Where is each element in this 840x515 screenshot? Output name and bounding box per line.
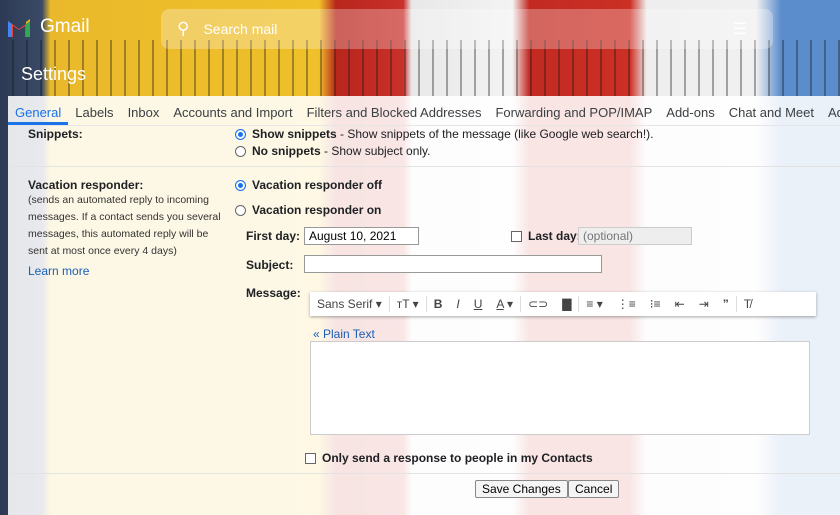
last-day-checkbox[interactable]: Last day: [511, 229, 581, 243]
app-name: Gmail [40, 16, 90, 37]
bulleted-list-icon[interactable]: ⁝≡ [643, 297, 668, 311]
underline-icon[interactable]: U [467, 297, 490, 311]
tab-labels[interactable]: Labels [68, 96, 120, 125]
tab-general[interactable]: General [8, 96, 69, 125]
first-day-input[interactable] [304, 227, 419, 245]
remove-formatting-icon[interactable]: T̸ [737, 297, 758, 311]
italic-icon[interactable]: I [449, 297, 466, 311]
tab-advanced[interactable]: Advanced [821, 96, 840, 125]
vacation-on-radio[interactable]: Vacation responder on [235, 203, 381, 217]
page-title: Settings [21, 64, 87, 84]
option-desc: - Show subject only. [320, 144, 431, 158]
tab-forwarding[interactable]: Forwarding and POP/IMAP [488, 96, 659, 125]
text-color-icon[interactable]: A ▾ [489, 297, 520, 311]
tab-chat[interactable]: Chat and Meet [722, 96, 821, 125]
divider [8, 473, 840, 474]
checkbox-label: Only send a response to people in my Con… [322, 451, 593, 465]
tab-addons[interactable]: Add-ons [659, 96, 721, 125]
last-day-input[interactable] [578, 227, 692, 245]
settings-panel: General Labels Inbox Accounts and Import… [8, 96, 840, 515]
font-select[interactable]: Sans Serif ▾ [310, 297, 389, 311]
snippets-label: Snippets: [28, 127, 83, 141]
font-name: Sans Serif [317, 297, 373, 311]
align-icon[interactable]: ≡ ▾ [579, 297, 609, 311]
cancel-button[interactable]: Cancel [568, 480, 620, 498]
search-options-icon[interactable]: ☰ [733, 19, 747, 39]
gmail-m-icon [8, 19, 30, 37]
settings-tabs: General Labels Inbox Accounts and Import… [8, 96, 840, 126]
radio[interactable] [235, 204, 246, 216]
option-label: No snippets [252, 144, 321, 158]
radio-selected[interactable] [235, 128, 246, 140]
gmail-logo[interactable]: Gmail [6, 16, 90, 38]
numbered-list-icon[interactable]: ⋮≡ [610, 297, 643, 311]
learn-more-link[interactable]: Learn more [28, 264, 89, 278]
subject-label: Subject: [246, 258, 294, 272]
divider [8, 166, 840, 167]
option-label: Vacation responder off [252, 178, 383, 192]
option-label: Vacation responder on [252, 203, 382, 217]
show-snippets-radio[interactable]: Show snippets - Show snippets of the mes… [235, 127, 654, 141]
vacation-label: Vacation responder: [28, 178, 144, 192]
save-changes-button[interactable]: Save Changes [475, 480, 568, 498]
bold-icon[interactable]: B [427, 297, 450, 311]
message-label: Message: [246, 286, 301, 300]
tab-accounts[interactable]: Accounts and Import [166, 96, 299, 125]
option-desc: - Show snippets of the message (like Goo… [336, 127, 654, 141]
tab-inbox[interactable]: Inbox [121, 96, 167, 125]
subject-input[interactable] [304, 255, 602, 273]
checkbox[interactable] [305, 452, 316, 464]
radio[interactable] [235, 145, 246, 157]
tab-filters[interactable]: Filters and Blocked Addresses [300, 96, 489, 125]
quote-icon[interactable]: ” [716, 297, 736, 311]
plain-text-link[interactable]: « Plain Text [313, 327, 375, 341]
search-input[interactable]: Search mail [203, 21, 277, 37]
font-size-icon[interactable]: ᴛT ▾ [390, 297, 426, 311]
message-editor[interactable] [310, 341, 810, 435]
header: Gmail ⚲ Search mail ☰ Settings [0, 0, 840, 96]
link-icon[interactable]: ⊂⊃ [521, 297, 555, 311]
radio-selected[interactable] [235, 179, 246, 191]
formatting-toolbar: Sans Serif ▾ ᴛT ▾ B I U A ▾ ⊂⊃ ▇ ≡ ▾ ⋮≡ … [310, 292, 816, 316]
first-day-label: First day: [246, 229, 301, 243]
checkbox-label: Last day: [528, 229, 581, 243]
vacation-off-radio[interactable]: Vacation responder off [235, 178, 382, 192]
checkbox[interactable] [511, 230, 522, 242]
no-snippets-radio[interactable]: No snippets - Show subject only. [235, 144, 431, 158]
option-label: Show snippets [252, 127, 337, 141]
image-icon[interactable]: ▇ [555, 297, 578, 311]
search-icon[interactable]: ⚲ [177, 19, 189, 39]
contacts-only-checkbox[interactable]: Only send a response to people in my Con… [305, 451, 593, 465]
search-bar[interactable]: ⚲ Search mail ☰ [161, 9, 773, 49]
indent-more-icon[interactable]: ⇥ [692, 297, 716, 311]
vacation-description: (sends an automated reply to incoming me… [28, 194, 221, 257]
indent-less-icon[interactable]: ⇤ [668, 297, 692, 311]
